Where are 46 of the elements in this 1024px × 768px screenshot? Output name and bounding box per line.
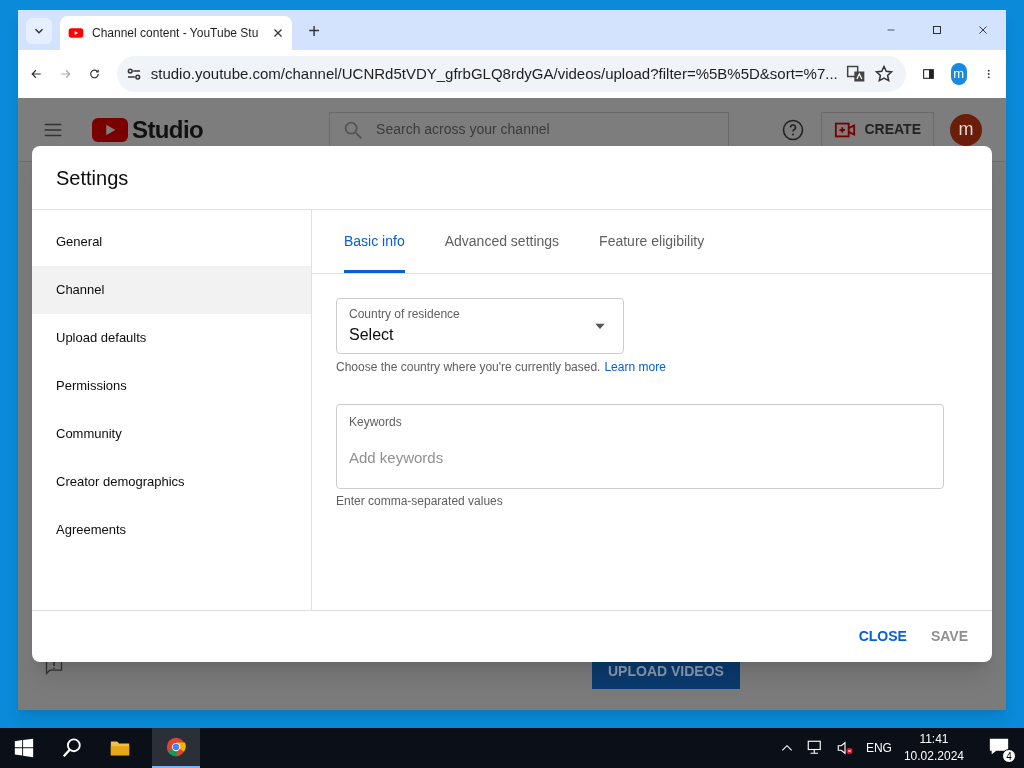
dialog-title: Settings (32, 146, 992, 210)
learn-more-link[interactable]: Learn more (604, 358, 666, 376)
language-indicator[interactable]: ENG (865, 739, 892, 757)
tab-title: Channel content - YouTube Stu (92, 25, 260, 42)
profile-avatar[interactable]: m (950, 63, 967, 85)
settings-nav-item[interactable]: Upload defaults (32, 314, 311, 362)
settings-nav-item[interactable]: General (32, 218, 311, 266)
url-text: studio.youtube.com/channel/UCNRd5tVDY_gfrbGLQ8rdyGA/videos/upload?filter=%5B%5D&sort=%7... (150, 63, 838, 84)
settings-nav-item[interactable]: Creator demographics (32, 458, 311, 506)
field-label: Country of residence (349, 306, 461, 323)
video-logo-icon (68, 25, 84, 41)
clock-time: 11:41 (919, 731, 949, 748)
browser-tab[interactable]: Channel content - YouTube Stu (60, 16, 292, 50)
windows-start-icon[interactable] (13, 737, 35, 759)
create-label: CREATE (864, 120, 921, 139)
settings-nav-item[interactable]: Agreements (32, 506, 311, 554)
new-tab-button[interactable]: + (300, 16, 328, 44)
close-icon[interactable] (272, 27, 284, 39)
field-label: Keywords (349, 414, 403, 431)
settings-nav-item[interactable]: Community (32, 410, 311, 458)
browser-logo-icon[interactable] (165, 736, 187, 758)
network-icon[interactable] (805, 739, 824, 757)
account-avatar[interactable]: m (950, 113, 982, 146)
help-text: Enter comma-separated values (336, 493, 504, 510)
settings-nav-item[interactable]: Permissions (32, 362, 311, 410)
search-icon[interactable] (61, 737, 83, 759)
studio-logo-text: Studio (132, 114, 204, 145)
search-input[interactable]: Search across your channel (376, 119, 717, 140)
country-dropdown[interactable]: Country of residence Select (336, 298, 624, 354)
help-text: Choose the country where you're currently based. (336, 359, 601, 376)
star-icon[interactable] (873, 64, 894, 84)
help-icon[interactable] (781, 117, 806, 142)
settings-tab[interactable]: Advanced settings (444, 209, 560, 273)
dialog-button[interactable]: CLOSE (858, 626, 907, 647)
keywords-input[interactable]: Add keywords (349, 447, 931, 470)
address-bar[interactable]: studio.youtube.com/channel/UCNRd5tVDY_gfrbGLQ8rdyGA/videos/upload?filter=%5B%5D&sort=%7... (116, 56, 906, 92)
settings-nav-item[interactable]: Channel (32, 266, 311, 314)
settings-tab[interactable]: Feature eligibility (599, 209, 705, 273)
notification-count: 4 (1002, 749, 1016, 763)
settings-tab[interactable]: Basic info (344, 209, 405, 273)
dropdown-value: Select (349, 325, 395, 345)
clock-date: 10.02.2024 (903, 748, 964, 765)
speaker-muted-icon[interactable] (835, 739, 854, 757)
translate-icon[interactable] (845, 64, 866, 84)
keywords-field[interactable]: Keywords Add keywords (336, 404, 944, 489)
search-field[interactable]: Search across your channel (329, 111, 730, 148)
